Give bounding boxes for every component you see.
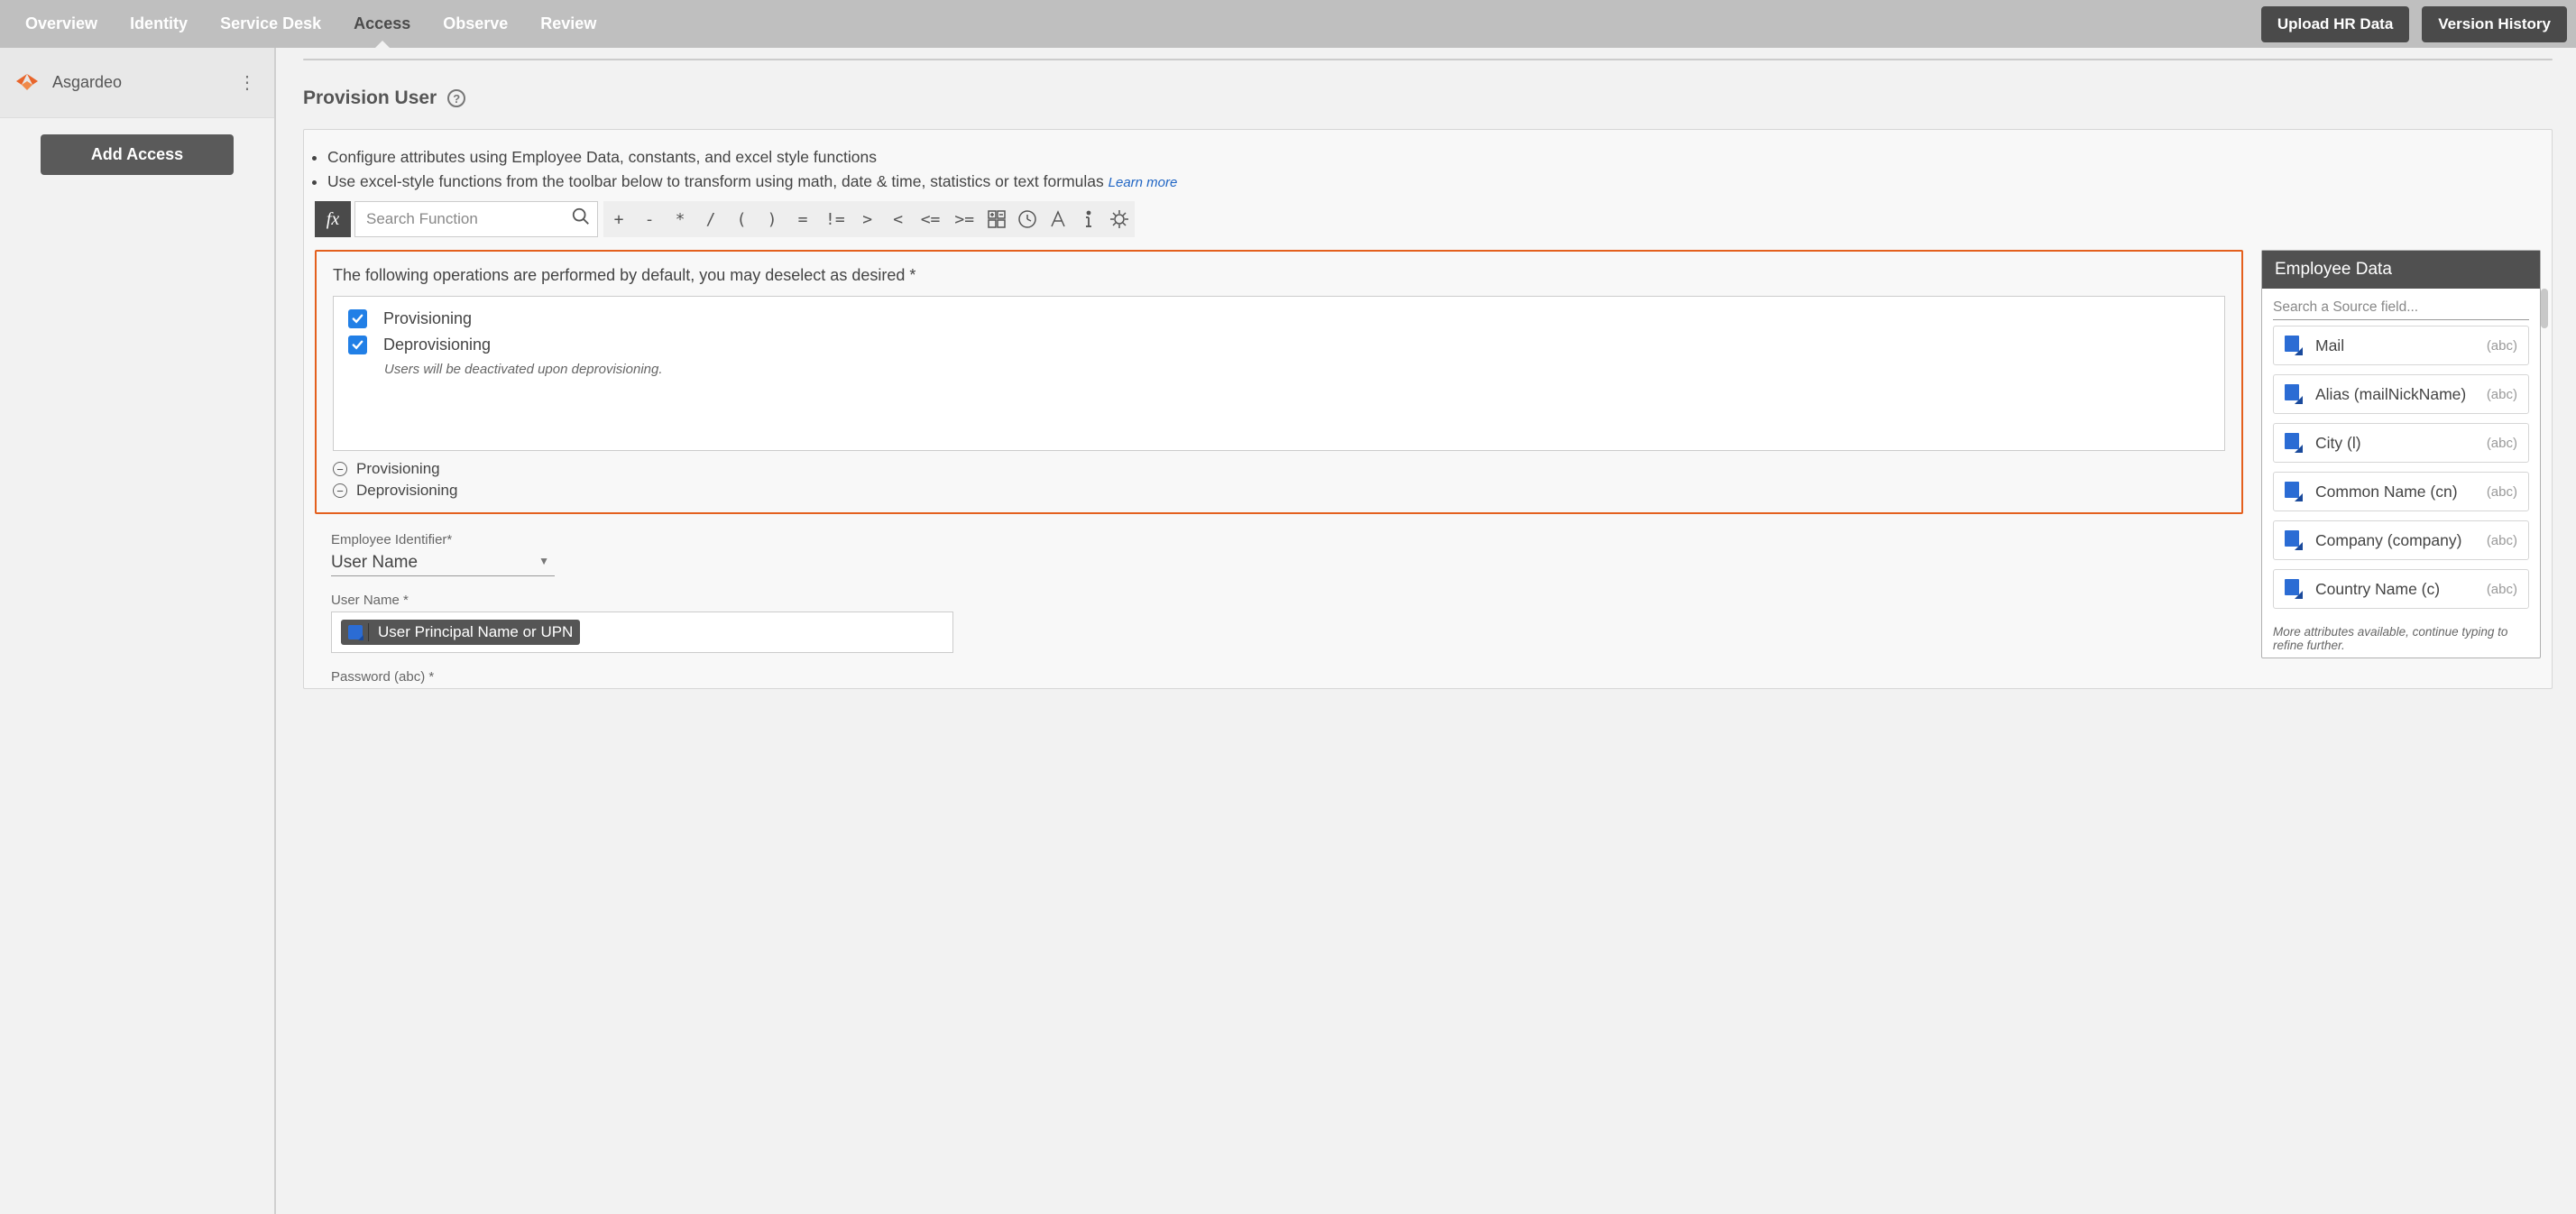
op-eq[interactable]: = (787, 201, 818, 237)
text-icon[interactable] (1043, 201, 1073, 237)
search-function-input[interactable] (354, 201, 598, 237)
upload-hr-button[interactable]: Upload HR Data (2261, 6, 2409, 42)
field-source-icon (2285, 579, 2303, 599)
op-rparen[interactable]: ) (757, 201, 787, 237)
op-lte[interactable]: <= (914, 201, 948, 237)
kebab-menu-icon[interactable]: ⋮ (231, 68, 263, 97)
divider (303, 59, 2553, 60)
tab-identity[interactable]: Identity (114, 0, 204, 48)
collapse-icon: − (333, 483, 347, 498)
asgardeo-icon (11, 67, 43, 99)
collapse-icon: − (333, 462, 347, 476)
collapse-deprovisioning[interactable]: − Deprovisioning (333, 482, 2225, 500)
op-provisioning-row: Provisioning (348, 309, 2210, 328)
sidebar: Asgardeo ⋮ Add Access (0, 48, 276, 1214)
deprovisioning-label: Deprovisioning (383, 336, 491, 354)
field-source-icon (2285, 482, 2303, 501)
token-source-icon (348, 625, 363, 639)
tab-observe[interactable]: Observe (427, 0, 524, 48)
emp-item-alias[interactable]: Alias (mailNickName) (abc) (2273, 374, 2529, 414)
emp-item-city[interactable]: City (l) (abc) (2273, 423, 2529, 463)
employee-identifier-field: Employee Identifier* User Name ▼ (315, 532, 2243, 576)
op-multiply[interactable]: * (665, 201, 695, 237)
checkbox-provisioning[interactable] (348, 309, 367, 328)
op-lt[interactable]: < (883, 201, 914, 237)
tab-overview[interactable]: Overview (9, 0, 114, 48)
emp-item-cn[interactable]: Common Name (cn) (abc) (2273, 472, 2529, 511)
version-history-button[interactable]: Version History (2422, 6, 2567, 42)
tab-access[interactable]: Access (337, 0, 427, 48)
section-header: Provision User ? (303, 87, 2553, 109)
employee-data-more-hint: More attributes available, continue typi… (2262, 623, 2540, 658)
field-source-icon (2285, 384, 2303, 404)
info-icon[interactable] (1073, 201, 1104, 237)
clock-icon[interactable] (1012, 201, 1043, 237)
op-gt[interactable]: > (852, 201, 883, 237)
operator-strip: + - * / ( ) = != > < <= >= (603, 201, 1135, 237)
config-intro-list: Configure attributes using Employee Data… (315, 146, 2541, 192)
nav-tabs: Overview Identity Service Desk Access Ob… (9, 0, 612, 48)
section-title: Provision User (303, 87, 437, 109)
main-content: Provision User ? Configure attributes us… (276, 48, 2576, 1214)
operations-highlight: The following operations are performed b… (315, 250, 2243, 514)
nav-actions: Upload HR Data Version History (2261, 6, 2567, 42)
stats-icon[interactable] (1104, 201, 1135, 237)
formula-toolbar: fx + - * / ( ) = != > < (315, 201, 2541, 237)
field-label: Password (abc) * (331, 669, 2243, 685)
provisioning-label: Provisioning (383, 309, 472, 328)
checkbox-deprovisioning[interactable] (348, 336, 367, 354)
tab-service-desk[interactable]: Service Desk (204, 0, 337, 48)
username-token-input[interactable]: User Principal Name or UPN (331, 612, 953, 653)
text-cursor (368, 623, 369, 641)
field-source-icon (2285, 433, 2303, 453)
learn-more-link[interactable]: Learn more (1109, 175, 1178, 190)
search-icon[interactable] (571, 207, 591, 232)
op-minus[interactable]: - (634, 201, 665, 237)
field-label: User Name * (331, 593, 2243, 608)
employee-data-search[interactable] (2273, 296, 2529, 320)
field-source-icon (2285, 336, 2303, 355)
fx-icon: fx (315, 201, 351, 237)
collapse-provisioning[interactable]: − Provisioning (333, 460, 2225, 478)
op-plus[interactable]: + (603, 201, 634, 237)
password-field: Password (abc) * (315, 669, 2243, 685)
math-icon[interactable] (981, 201, 1012, 237)
op-gte[interactable]: >= (947, 201, 981, 237)
employee-data-panel: Employee Data Mail (abc) Alias (mailNick… (2261, 250, 2541, 658)
help-icon[interactable]: ? (447, 89, 465, 107)
sidebar-item-label: Asgardeo (52, 73, 231, 92)
add-access-button[interactable]: Add Access (41, 134, 234, 175)
username-field: User Name * User Principal Name or UPN (315, 593, 2243, 653)
intro-line-1: Configure attributes using Employee Data… (327, 146, 2541, 169)
top-nav: Overview Identity Service Desk Access Ob… (0, 0, 2576, 48)
scrollbar[interactable] (2541, 289, 2548, 328)
employee-data-list: Mail (abc) Alias (mailNickName) (abc) Ci… (2262, 326, 2540, 623)
emp-item-mail[interactable]: Mail (abc) (2273, 326, 2529, 365)
emp-item-country[interactable]: Country Name (c) (abc) (2273, 569, 2529, 609)
tab-review[interactable]: Review (524, 0, 612, 48)
op-deprovisioning-row: Deprovisioning (348, 336, 2210, 354)
emp-item-company[interactable]: Company (company) (abc) (2273, 520, 2529, 560)
intro-line-2: Use excel-style functions from the toolb… (327, 170, 2541, 193)
employee-data-title: Employee Data (2262, 251, 2540, 289)
op-neq[interactable]: != (818, 201, 852, 237)
upn-token[interactable]: User Principal Name or UPN (341, 620, 580, 645)
config-card: Configure attributes using Employee Data… (303, 129, 2553, 689)
field-label: Employee Identifier* (331, 532, 2243, 547)
field-source-icon (2285, 530, 2303, 550)
op-divide[interactable]: / (695, 201, 726, 237)
employee-identifier-select[interactable]: User Name (331, 551, 555, 576)
op-lparen[interactable]: ( (726, 201, 757, 237)
deprovisioning-note: Users will be deactivated upon deprovisi… (384, 362, 2210, 377)
operations-intro: The following operations are performed b… (333, 266, 2225, 285)
sidebar-item-asgardeo[interactable]: Asgardeo ⋮ (0, 48, 274, 118)
operations-box: Provisioning Deprovisioning Users will b… (333, 296, 2225, 451)
